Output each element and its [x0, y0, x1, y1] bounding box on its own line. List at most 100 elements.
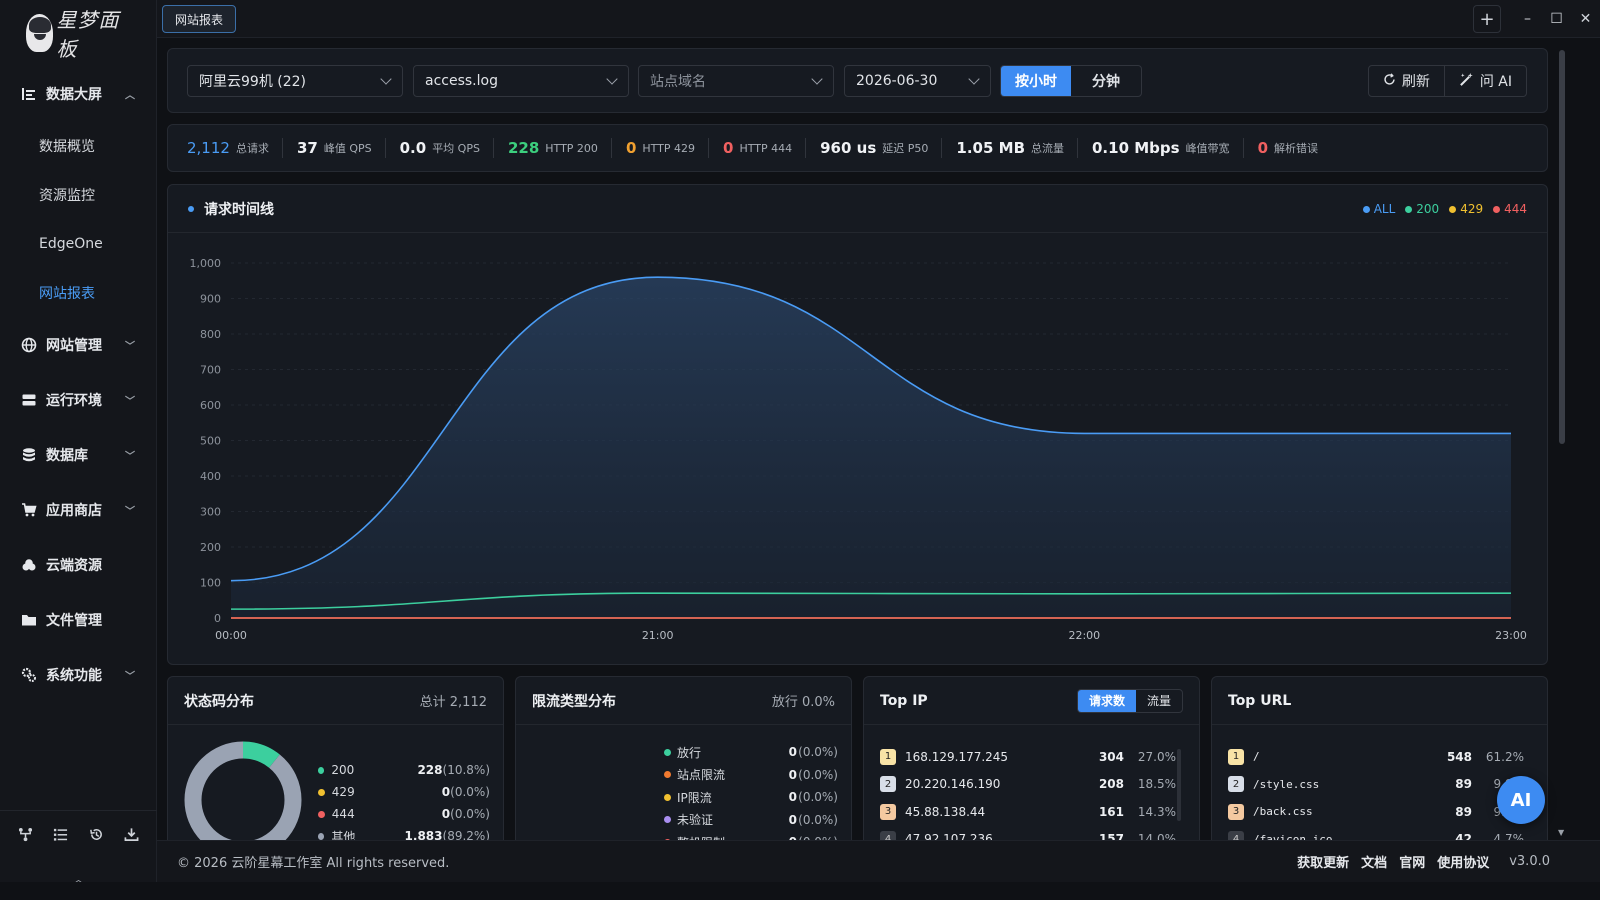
- tab-site-report[interactable]: 网站报表: [162, 5, 237, 33]
- chevron-up-icon: ︿: [125, 90, 135, 101]
- sidebar-item-dashboard[interactable]: 数据大屏 ︿: [0, 66, 157, 121]
- rate-limit-row[interactable]: 放行 0 (0.0%): [664, 741, 838, 764]
- stat-label: 总请求: [235, 142, 269, 155]
- close-icon[interactable]: ✕: [1571, 5, 1600, 33]
- domain-select-placeholder: 站点域名: [650, 74, 706, 90]
- sidebar-item-file-management[interactable]: 文件管理: [0, 592, 157, 647]
- chevron-down-icon: ﹀: [125, 396, 135, 407]
- version-text: v3.0.0: [1509, 854, 1550, 869]
- card-header: 限流类型分布 放行 0.0%: [516, 677, 851, 725]
- sidebar-item-cloud-resources[interactable]: 云端资源: [0, 537, 157, 592]
- cart-icon: [20, 501, 38, 519]
- footer-link-updates[interactable]: 获取更新: [1297, 852, 1349, 871]
- refresh-icon: [1383, 72, 1396, 90]
- legend-item-444[interactable]: 444: [1493, 202, 1527, 216]
- filter-bar: 阿里云99机 (22) access.log 站点域名 2026-06-30 按…: [167, 48, 1548, 113]
- chevron-down-icon: [811, 73, 823, 85]
- table-row[interactable]: 2 20.220.146.190 208 18.5%: [880, 771, 1176, 799]
- footer-link-docs[interactable]: 文档: [1361, 852, 1387, 871]
- donut-slice-其他[interactable]: [184, 741, 302, 846]
- legend-item-200[interactable]: 200: [1405, 202, 1439, 216]
- card-title: 限流类型分布: [532, 693, 616, 710]
- rate-limit-name: 未验证: [677, 813, 714, 828]
- status-code-name: 429: [331, 785, 355, 799]
- list-scrollbar[interactable]: [1177, 749, 1181, 821]
- window-titlebar: 网站报表 + – ☐ ✕: [157, 0, 1600, 38]
- status-code-row[interactable]: 444 0 (0.0%): [318, 803, 490, 825]
- rate-limit-row[interactable]: 未验证 0 (0.0%): [664, 809, 838, 832]
- new-tab-plus-icon[interactable]: +: [1473, 5, 1501, 33]
- legend-item-429[interactable]: 429: [1449, 202, 1483, 216]
- gears-icon: [20, 666, 38, 684]
- sidebar-item-system-functions[interactable]: 系统功能 ﹀: [0, 647, 157, 702]
- download-icon[interactable]: [120, 824, 142, 846]
- scroll-down-arrow-icon[interactable]: ▼: [1558, 828, 1564, 837]
- sidebar-subitem-overview[interactable]: 数据概览: [0, 121, 157, 170]
- y-tick-label: 0: [214, 612, 221, 625]
- minimize-icon[interactable]: –: [1513, 5, 1542, 33]
- stat-value: 960 us: [820, 139, 877, 157]
- sidebar-item-app-store[interactable]: 应用商店 ﹀: [0, 482, 157, 537]
- status-code-row[interactable]: 200 228 (10.8%): [318, 759, 490, 781]
- legend-item-ALL[interactable]: ALL: [1362, 202, 1395, 216]
- granularity-minute-option[interactable]: 分钟: [1071, 66, 1141, 96]
- domain-select[interactable]: 站点域名: [638, 65, 834, 97]
- legend-dot-icon: [1405, 205, 1413, 213]
- y-tick-label: 500: [200, 435, 221, 448]
- x-tick-label: 23:00: [1495, 629, 1527, 642]
- logo[interactable]: 星梦面板: [26, 8, 136, 61]
- request-timeline-chart: 0 100 200 300 400 500 600 700 800 900 1,000 00:00 21…: [190, 257, 1527, 642]
- window-bottom-edge: [0, 882, 1600, 900]
- stat-item: 2,112 总请求: [187, 138, 283, 158]
- sidebar-subitem-resource-monitor[interactable]: 资源监控: [0, 170, 157, 219]
- maximize-icon[interactable]: ☐: [1542, 5, 1571, 33]
- sidebar-subitem-edgeone[interactable]: EdgeOne: [0, 219, 157, 268]
- chevron-down-icon: [606, 73, 618, 85]
- date-picker-value: 2026-06-30: [856, 73, 938, 89]
- ai-assistant-button[interactable]: AI: [1497, 776, 1545, 824]
- table-row[interactable]: 3 45.88.138.44 161 14.3%: [880, 798, 1176, 826]
- status-code-row[interactable]: 429 0 (0.0%): [318, 781, 490, 803]
- table-row[interactable]: 3/back.css899.9%: [1228, 798, 1524, 826]
- list-icon[interactable]: [50, 824, 72, 846]
- date-picker[interactable]: 2026-06-30: [844, 65, 991, 97]
- sidebar-item-database[interactable]: 数据库 ﹀: [0, 427, 157, 482]
- main-scrollbar[interactable]: [1559, 50, 1565, 444]
- table-row[interactable]: 1 168.129.177.245 304 27.0%: [880, 743, 1176, 771]
- rank-badge: 2: [880, 776, 896, 793]
- chevron-down-icon: ﹀: [125, 506, 135, 517]
- log-file-select[interactable]: access.log: [413, 65, 629, 97]
- fork-icon[interactable]: [15, 824, 37, 846]
- logo-text: 星梦面板: [56, 8, 120, 61]
- rank-key: /: [1253, 750, 1260, 764]
- log-file-select-value: access.log: [425, 73, 498, 89]
- table-row[interactable]: 2/style.css899.9%: [1228, 771, 1524, 799]
- server-select[interactable]: 阿里云99机 (22): [187, 65, 403, 97]
- card-header: Top IP 请求数 流量: [864, 677, 1199, 725]
- refresh-button[interactable]: 刷新: [1369, 66, 1444, 96]
- rank-key: 45.88.138.44: [905, 804, 986, 819]
- granularity-hour-option[interactable]: 按小时: [1001, 66, 1071, 96]
- sidebar-subitem-site-report[interactable]: 网站报表: [0, 268, 157, 317]
- footer-link-terms[interactable]: 使用协议: [1437, 852, 1489, 871]
- tab-traffic[interactable]: 流量: [1136, 690, 1182, 712]
- ask-ai-button[interactable]: 问 AI: [1443, 66, 1526, 96]
- table-row[interactable]: 1 / 548 61.2%: [1228, 743, 1524, 771]
- status-code-name: 200: [331, 763, 355, 777]
- history-icon[interactable]: [85, 824, 107, 846]
- footer-link-website[interactable]: 官网: [1399, 852, 1425, 871]
- globe-icon: [20, 336, 38, 354]
- chevron-down-icon: ﹀: [125, 671, 135, 682]
- sidebar-item-runtime[interactable]: 运行环境 ﹀: [0, 372, 157, 427]
- status-code-count: 228: [417, 763, 443, 777]
- legend-dot-icon: [664, 748, 671, 756]
- tab-request-count[interactable]: 请求数: [1077, 689, 1136, 712]
- stat-label: HTTP 429: [642, 141, 696, 155]
- rate-limit-row[interactable]: 站点限流 0 (0.0%): [664, 764, 838, 787]
- rate-limit-row[interactable]: IP限流 0 (0.0%): [664, 786, 838, 809]
- window-controls: + – ☐ ✕: [1473, 4, 1600, 34]
- legend-dot-icon: [318, 788, 325, 796]
- sidebar-item-site-management[interactable]: 网站管理 ﹀: [0, 317, 157, 372]
- chart-legend: ALL 200 429 444: [1362, 202, 1527, 216]
- sidebar-nav: 数据大屏 ︿ 数据概览 资源监控 EdgeOne 网站报表 网站管理 ﹀ 运行环…: [0, 66, 157, 702]
